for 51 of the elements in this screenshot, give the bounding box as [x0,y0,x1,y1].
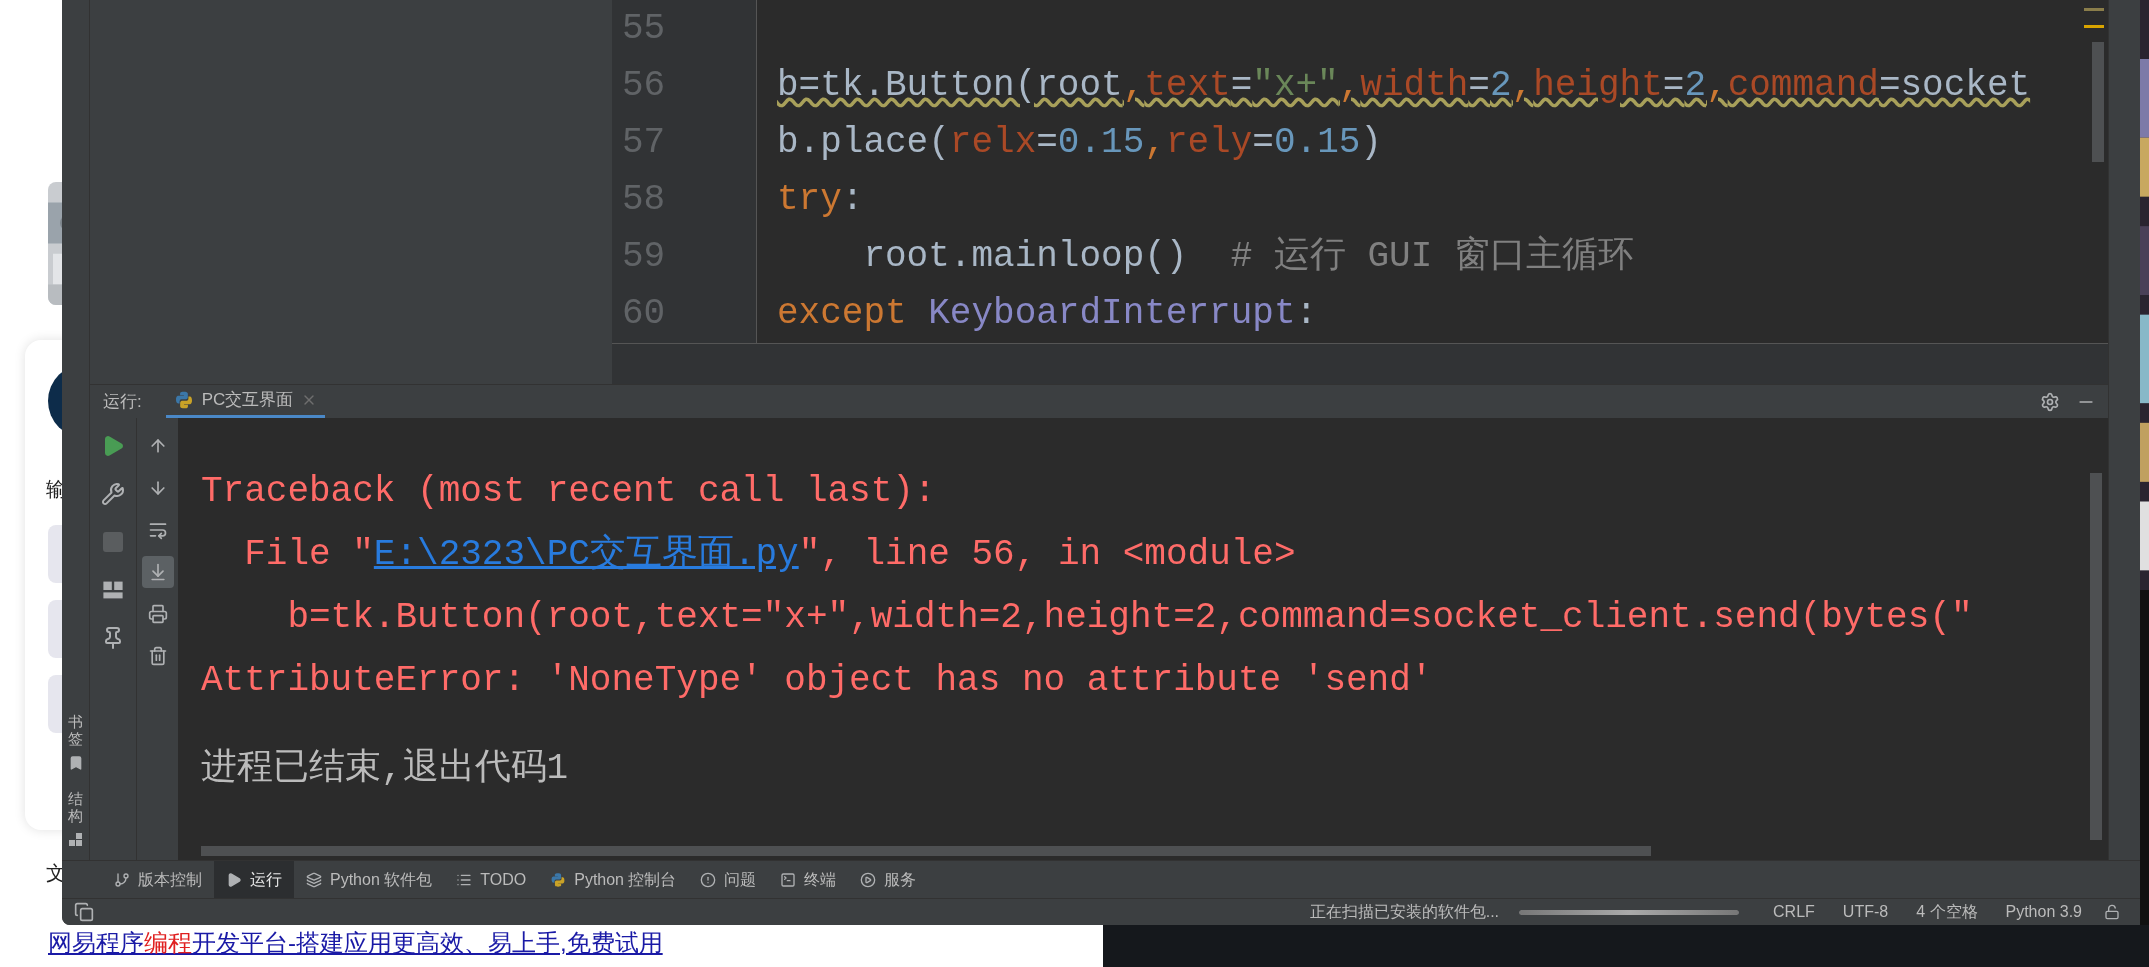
python-icon [550,871,567,888]
console-line: AttributeError: 'NoneType' object has no attribute 'send' [201,659,1434,703]
scroll-thumb[interactable] [2092,42,2104,162]
code-line: b=tk.Button(root,text="x+",width=2,height=2,command=socket [777,65,2031,106]
play-circle-icon [860,871,877,888]
window-icon[interactable] [74,902,94,922]
tool-window-tab[interactable]: 版本控制 [102,861,214,898]
status-item[interactable]: Python 3.9 [2005,900,2082,924]
wrench-icon [101,482,125,506]
status-item[interactable]: 4 个空格 [1916,900,1978,924]
tool-window-tab[interactable]: Python 控制台 [538,861,689,898]
status-item[interactable]: UTF-8 [1842,900,1889,924]
code-line: root.mainloop() # 运行 GUI 窗口主循环 [862,236,1634,277]
python-icon [173,390,194,410]
code-line: b.place(relx=0.15,rely=0.15) [777,122,1382,163]
tool-window-tab[interactable]: 运行 [214,861,294,898]
trash-icon [147,646,168,666]
file-link[interactable]: E:\2323\PC交互界面.py [373,534,799,575]
tool-window-tab[interactable]: 终端 [768,861,849,898]
tool-window-tab[interactable]: 问题 [688,861,769,898]
branch-icon [114,871,130,888]
tool-window-tab[interactable]: 服务 [848,861,929,898]
warning-marker[interactable] [2084,8,2104,11]
status-message: 正在扫描已安装的软件包... [1309,902,1500,922]
scroll-to-end-button[interactable] [141,556,174,588]
printer-icon [147,604,168,624]
console-line: File "E:\2323\PC交互界面.py", line 56, in <module> [243,532,1297,577]
side-tab[interactable]: 结构 [67,791,84,848]
status-item[interactable]: CRLF [1773,900,1815,924]
play-icon [226,871,242,888]
code-line: try: [777,179,864,220]
alert-icon [700,871,717,888]
wrap-icon [147,520,168,540]
horizontal-scrollbar[interactable] [201,846,1651,856]
warning-marker[interactable] [2084,25,2104,28]
code-line: except KeyboardInterrupt: [777,293,1318,334]
side-tab[interactable]: 书签 [67,714,84,771]
scroll-thumb[interactable] [2090,473,2102,840]
layers-icon [306,871,322,888]
tool-window-tab[interactable]: Python 软件包 [294,861,445,898]
console-line: b=tk.Button(root,text="x+",width=2,height=2,command=socket_client.send(bytes(" [286,596,1974,640]
terminal-icon [780,871,797,888]
stop-icon [101,530,125,554]
structure-icon [67,832,84,848]
settings-icon[interactable] [2040,391,2060,412]
page-text: 文 [46,861,66,886]
lock-icon[interactable] [2104,904,2120,920]
tool-window-tab[interactable]: TODO [444,861,539,898]
console-line: 进程已结束,退出代码1 [201,747,570,791]
ad-link[interactable]: 网易程序编程开发平台-搭建应用更高效、易上手,免费试用 [48,928,663,958]
console-line: Traceback (most recent call last): [201,470,937,514]
